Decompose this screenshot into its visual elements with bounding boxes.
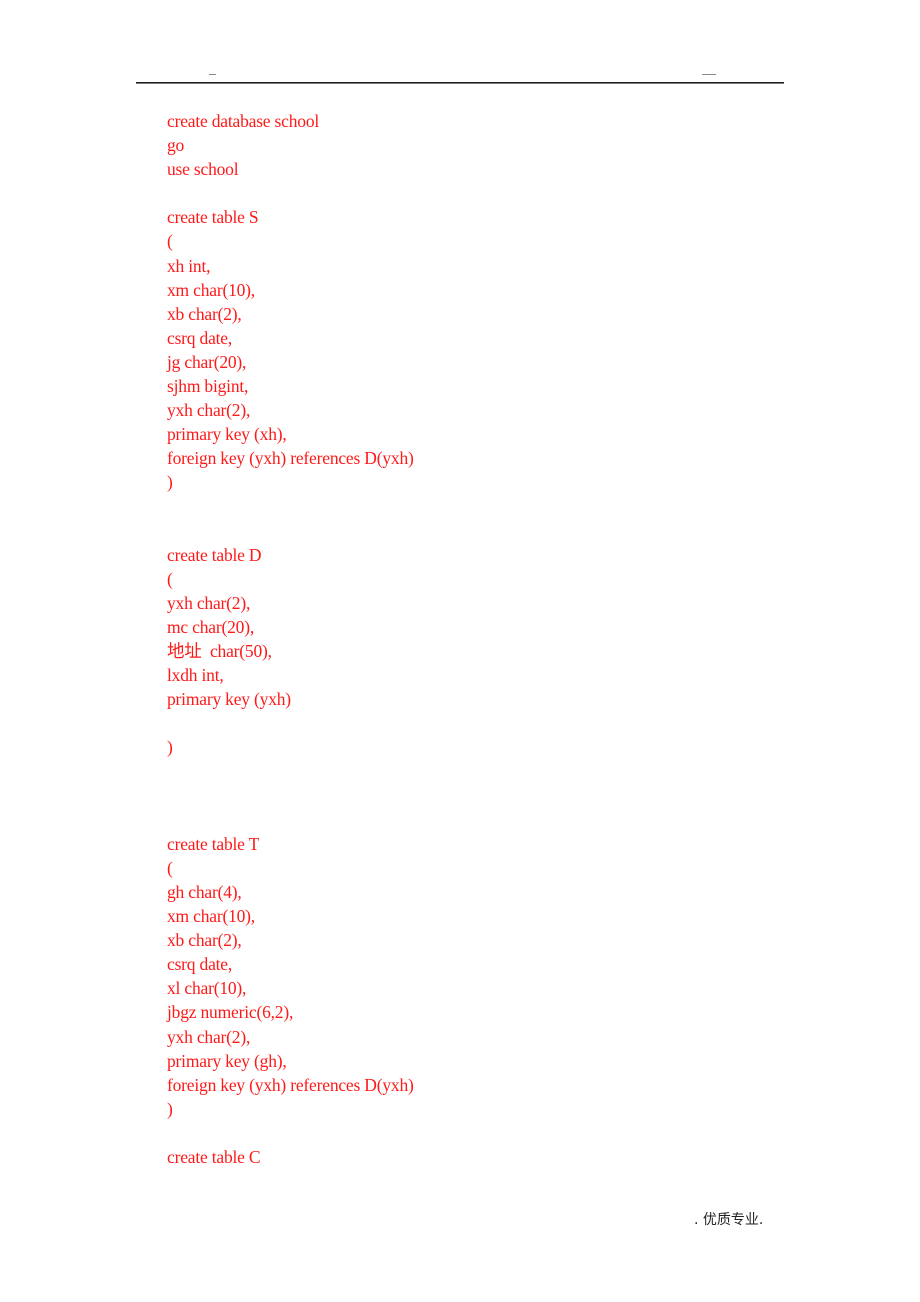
code-line: ( (167, 857, 173, 878)
code-line: foreign key (yxh) references D(yxh) (167, 448, 414, 469)
code-line: xm char(10), (167, 279, 255, 300)
code-line: create table C (167, 1147, 261, 1168)
code-line: create table D (167, 544, 262, 565)
code-line: yxh char(2), (167, 400, 251, 421)
code-line: primary key (gh), (167, 1050, 287, 1071)
code-line: xm char(10), (167, 906, 255, 927)
code-line: csrq date, (167, 327, 233, 348)
code-line: primary key (xh), (167, 424, 287, 445)
code-line: ( (167, 231, 173, 252)
sql-code-block: create database school go use school create… (167, 109, 414, 1169)
code-line: lxdh int, (167, 665, 224, 686)
code-line: sjhm bigint, (167, 376, 249, 397)
code-line: jg char(20), (167, 351, 247, 372)
code-line: xh int, (167, 255, 211, 276)
code-line: 地址 char(50), (167, 641, 272, 662)
code-line: yxh char(2), (167, 592, 251, 613)
code-line: foreign key (yxh) references D(yxh) (167, 1074, 414, 1095)
code-line: xb char(2), (167, 930, 242, 951)
code-line: mc char(20), (167, 616, 254, 637)
code-line: create database school (167, 111, 320, 131)
code-line: jbgz numeric(6,2), (167, 1002, 294, 1023)
code-line: csrq date, (167, 954, 233, 975)
header-rule (136, 82, 784, 84)
header-mark-left (209, 74, 216, 75)
code-line: yxh char(2), (167, 1026, 251, 1047)
code-line: xl char(10), (167, 978, 247, 999)
code-line: gh char(4), (167, 882, 242, 902)
header-mark-right (702, 74, 716, 75)
code-line: create table T (167, 833, 260, 854)
page-footer: . 优质专业. (694, 1212, 764, 1228)
code-line: ) (167, 737, 173, 758)
code-line: primary key (yxh) (167, 689, 291, 710)
code-line: ( (167, 568, 173, 589)
code-line: ) (167, 472, 173, 493)
code-line: create table S (167, 207, 259, 228)
code-line: go (167, 135, 185, 156)
code-line: use school (167, 159, 239, 180)
code-line: ) (167, 1098, 173, 1119)
code-line: xb char(2), (167, 303, 242, 324)
